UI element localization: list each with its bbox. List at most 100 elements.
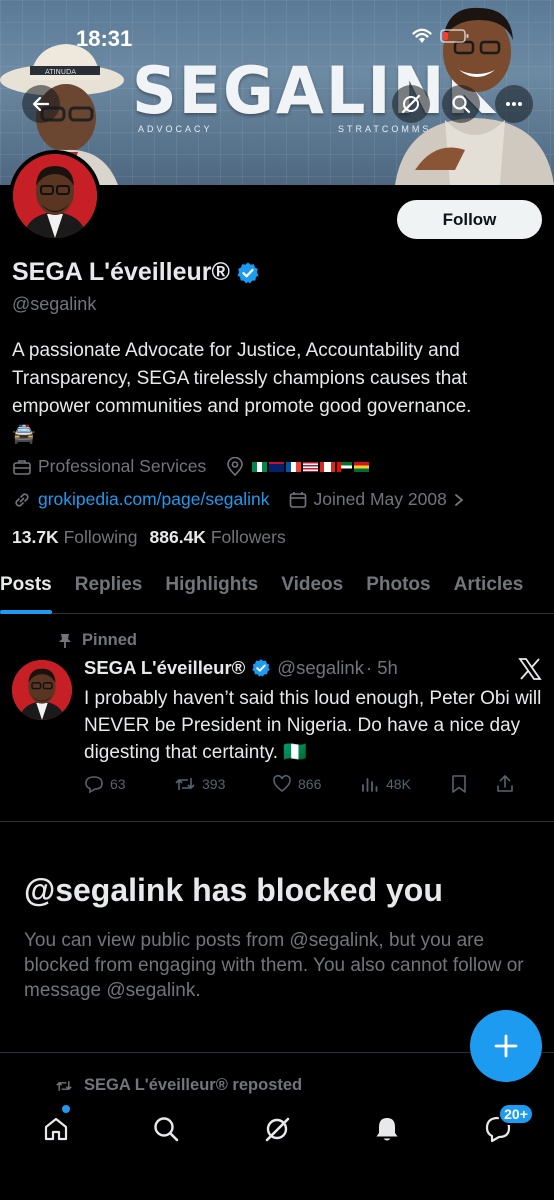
flag-nigeria-icon (252, 461, 268, 472)
more-button[interactable] (495, 85, 533, 123)
reply-button[interactable]: 63 (84, 774, 174, 794)
heart-icon (273, 774, 291, 793)
tab-photos[interactable]: Photos (366, 568, 430, 613)
battery-icon (440, 29, 469, 43)
profile-meta-row-2: grokipedia.com/page/segalink Joined May … (12, 489, 465, 510)
tab-videos[interactable]: Videos (281, 568, 343, 613)
divider (0, 821, 554, 822)
grok-button[interactable] (392, 85, 430, 123)
wifi-icon (412, 28, 432, 43)
profile-counts: 13.7K Following 886.4K Followers (12, 527, 286, 548)
profile-joined-date[interactable]: Joined May 2008 (314, 489, 447, 510)
back-button[interactable] (22, 85, 60, 123)
calendar-icon (289, 491, 306, 508)
status-time: 18:31 (76, 26, 133, 51)
profile-category[interactable]: Professional Services (38, 456, 206, 477)
bookmark-icon (452, 775, 466, 793)
post-actions: 63 393 866 48K (84, 774, 542, 794)
flag-uk-icon (269, 461, 285, 472)
compose-post-button[interactable] (470, 1010, 542, 1082)
bio-text: A passionate Advocate for Justice, Accou… (12, 340, 472, 417)
reply-icon (85, 776, 103, 794)
like-count: 866 (298, 776, 322, 792)
post-text[interactable]: I probably haven’t said this loud enough… (84, 685, 542, 766)
home-icon (44, 1117, 68, 1141)
location-pin-icon (227, 456, 244, 476)
tab-articles[interactable]: Articles (454, 568, 524, 613)
reposted-label: SEGA L'éveilleur® reposted (84, 1076, 303, 1094)
views-button[interactable]: 48K (360, 774, 450, 794)
view-count: 48K (386, 776, 411, 792)
follow-button[interactable]: Follow (397, 200, 542, 239)
blocked-title: @segalink has blocked you (24, 872, 443, 908)
home-notification-dot (62, 1105, 70, 1113)
profile-display-name: SEGA L'éveilleur® (12, 258, 260, 287)
tab-highlights[interactable]: Highlights (165, 568, 258, 613)
more-icon (506, 102, 522, 106)
nav-grok[interactable] (257, 1109, 297, 1149)
chevron-right-icon (454, 493, 464, 506)
analytics-icon (362, 778, 378, 792)
profile-meta-row-1: Professional Services (12, 456, 370, 477)
nav-notifications[interactable] (367, 1109, 407, 1149)
grok-icon (265, 1117, 290, 1142)
followers-count[interactable]: 886.4K Followers (150, 527, 286, 548)
grok-icon (401, 94, 421, 114)
bio-emoji: 🚔 (12, 424, 36, 445)
profile-tabs: Posts Replies Highlights Videos Photos A… (0, 568, 554, 614)
location-flags (252, 461, 370, 472)
share-button[interactable] (495, 774, 515, 794)
flag-uae-icon (337, 461, 353, 472)
avatar-image (12, 660, 72, 720)
flag-ghana-icon (354, 461, 370, 472)
search-button[interactable] (442, 85, 480, 123)
repost-button[interactable]: 393 (174, 774, 272, 794)
briefcase-icon (13, 459, 31, 475)
like-button[interactable]: 866 (272, 774, 360, 794)
link-icon (15, 492, 29, 507)
reply-count: 63 (110, 776, 126, 792)
avatar-image (13, 154, 97, 238)
post-author-avatar[interactable] (12, 660, 72, 720)
following-count[interactable]: 13.7K Following (12, 527, 138, 548)
tab-replies[interactable]: Replies (75, 568, 143, 613)
repost-icon (175, 778, 195, 790)
profile-avatar[interactable] (9, 150, 101, 242)
repost-count: 393 (202, 776, 226, 792)
share-icon (497, 775, 513, 792)
x-logo-icon[interactable] (518, 657, 542, 688)
flag-usa-icon (303, 461, 319, 472)
flag-france-icon (286, 461, 302, 472)
messages-badge: 20+ (498, 1103, 534, 1125)
status-icons (412, 28, 470, 44)
profile-website-link[interactable]: grokipedia.com/page/segalink (38, 489, 270, 510)
arrow-left-icon (32, 96, 50, 112)
profile-bio: A passionate Advocate for Justice, Accou… (12, 337, 542, 449)
tab-posts[interactable]: Posts (0, 568, 52, 614)
bookmark-button[interactable] (450, 774, 495, 794)
flag-canada-icon (320, 461, 336, 472)
repost-icon (56, 1080, 72, 1091)
nav-search[interactable] (146, 1109, 186, 1149)
plus-icon (494, 1034, 518, 1058)
pinned-label: Pinned (82, 631, 138, 649)
post-time: · 5h (365, 657, 398, 678)
nav-home[interactable] (36, 1109, 76, 1149)
post-author-name[interactable]: SEGA L'éveilleur® (84, 657, 245, 679)
svg-text:ATINUDA: ATINUDA (45, 68, 76, 76)
pin-icon (59, 633, 71, 648)
blocked-text: You can view public posts from @segalink… (24, 930, 524, 1001)
pinned-indicator: Pinned (58, 631, 137, 650)
bell-icon (376, 1118, 398, 1141)
display-name-text: SEGA L'éveilleur® (12, 258, 230, 286)
banner-subtitle-left: ADVOCACY (138, 124, 213, 134)
reposted-indicator: SEGA L'éveilleur® reposted (54, 1076, 302, 1095)
search-icon (154, 1117, 179, 1142)
verified-badge-icon[interactable] (236, 261, 260, 285)
post-author-handle[interactable]: @segalink (277, 657, 364, 679)
verified-badge-icon (252, 659, 271, 677)
post-header: SEGA L'éveilleur® @segalink · 5h (84, 657, 398, 679)
bottom-navigation (0, 1097, 554, 1200)
search-icon (452, 95, 471, 114)
profile-handle: @segalink (12, 294, 97, 314)
